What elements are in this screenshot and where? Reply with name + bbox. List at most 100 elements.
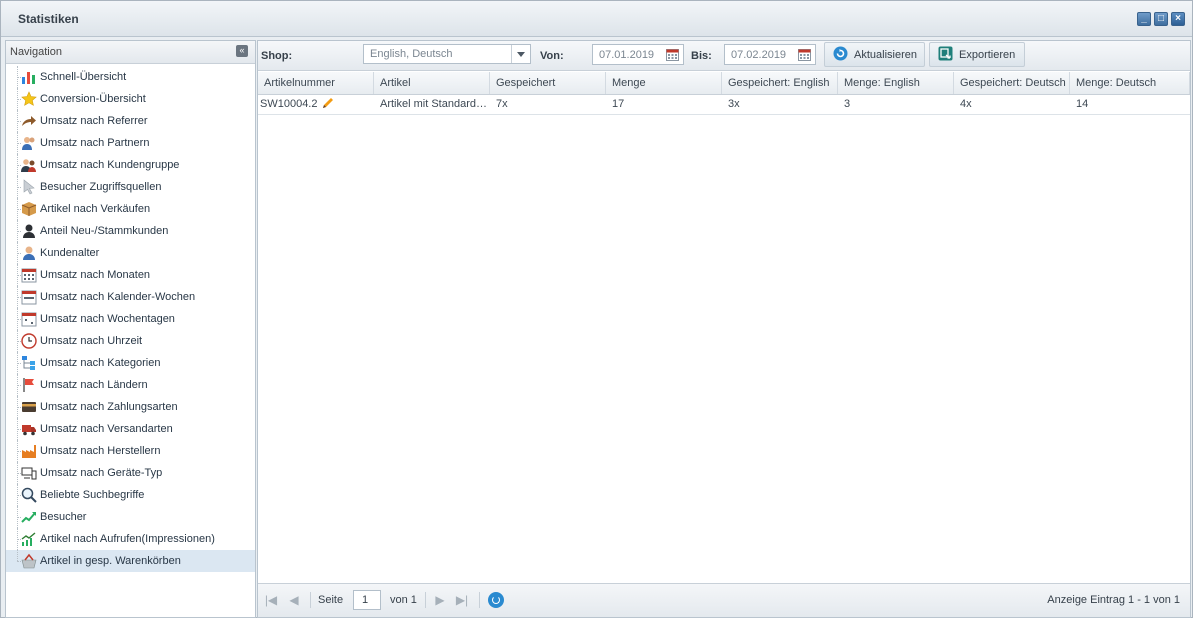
nav-item-label: Besucher bbox=[40, 511, 87, 523]
nav-item[interactable]: Beliebte Suchbegriffe bbox=[6, 484, 255, 506]
column-header[interactable]: Menge bbox=[606, 72, 722, 94]
cursor-icon bbox=[23, 179, 35, 195]
column-header[interactable]: Artikel bbox=[374, 72, 490, 94]
first-page-icon[interactable]: |◀ bbox=[264, 593, 278, 607]
table-cell-container: 4x bbox=[954, 95, 1070, 114]
arrow-share-icon bbox=[22, 116, 36, 126]
column-header[interactable]: Menge: English bbox=[838, 72, 954, 94]
nav-item[interactable]: Umsatz nach Partnern bbox=[6, 132, 255, 154]
nav-item[interactable]: Umsatz nach Kalender-Wochen bbox=[6, 286, 255, 308]
nav-item-label: Artikel nach Verkäufen bbox=[40, 203, 151, 215]
to-date-field[interactable]: 07.02.2019 bbox=[724, 44, 816, 65]
window-controls: _ □ × bbox=[1137, 12, 1185, 26]
factory-icon bbox=[22, 445, 36, 458]
nav-item-label: Anteil Neu-/Stammkunden bbox=[40, 225, 169, 237]
clock-icon bbox=[21, 333, 37, 349]
table-cell: 17 bbox=[612, 98, 625, 110]
nav-item-label: Umsatz nach Kundengruppe bbox=[40, 159, 180, 171]
nav-item-label: Artikel nach Aufrufen(Impressionen) bbox=[40, 533, 215, 545]
nav-item[interactable]: Artikel in gesp. Warenkörben bbox=[6, 550, 255, 572]
nav-item[interactable]: Schnell-Übersicht bbox=[6, 66, 255, 88]
nav-item[interactable]: Umsatz nach Wochentagen bbox=[6, 308, 255, 330]
page-count-label: von 1 bbox=[390, 594, 417, 606]
table-cell: SW10004.2 bbox=[260, 98, 318, 110]
nav-item[interactable]: Artikel nach Verkäufen bbox=[6, 198, 255, 220]
nav-item[interactable]: Umsatz nach Referrer bbox=[6, 110, 255, 132]
column-header[interactable]: Gespeichert bbox=[490, 72, 606, 94]
calendar-icon[interactable] bbox=[666, 48, 679, 61]
window-title: Statistiken bbox=[18, 12, 79, 26]
nav-item[interactable]: Kundenalter bbox=[6, 242, 255, 264]
export-button-label: Exportieren bbox=[959, 49, 1016, 61]
next-page-icon[interactable]: ▶ bbox=[433, 593, 447, 607]
collapse-panel-icon[interactable]: « bbox=[236, 45, 248, 57]
nav-item-label: Umsatz nach Herstellern bbox=[40, 445, 161, 457]
calendar-icon[interactable] bbox=[798, 48, 811, 61]
nav-item[interactable]: Umsatz nach Versandarten bbox=[6, 418, 255, 440]
table-row[interactable]: SW10004.2 Artikel mit Standardkonfigurato… bbox=[258, 95, 1190, 115]
nav-item[interactable]: Artikel nach Aufrufen(Impressionen) bbox=[6, 528, 255, 550]
nav-item[interactable]: Umsatz nach Herstellern bbox=[6, 440, 255, 462]
window-titlebar[interactable]: Statistiken _ □ × bbox=[1, 1, 1192, 37]
users-group-icon bbox=[21, 159, 36, 172]
table-cell-container: SW10004.2 bbox=[258, 95, 374, 114]
nav-item-label: Conversion-Übersicht bbox=[40, 93, 146, 105]
column-header[interactable]: Artikelnummer bbox=[258, 72, 374, 94]
nav-item[interactable]: Conversion-Übersicht bbox=[6, 88, 255, 110]
reload-icon[interactable] bbox=[488, 592, 504, 608]
statistics-main-panel: Shop: English, Deutsch Von: 07.01.2019 B… bbox=[257, 40, 1191, 618]
category-tree-icon bbox=[22, 356, 35, 370]
nav-item-label: Umsatz nach Wochentagen bbox=[40, 313, 175, 325]
user-icon bbox=[23, 246, 35, 260]
nav-item-label: Umsatz nach Kategorien bbox=[40, 357, 161, 369]
basket-icon bbox=[21, 553, 37, 569]
flag-icon bbox=[23, 378, 34, 392]
from-date-field[interactable]: 07.01.2019 bbox=[592, 44, 684, 65]
shop-select[interactable]: English, Deutsch bbox=[363, 44, 531, 64]
nav-item[interactable]: Umsatz nach Geräte-Typ bbox=[6, 462, 255, 484]
table-cell: 14 bbox=[1076, 98, 1089, 110]
devices-icon bbox=[21, 467, 37, 480]
table-cell-container: 17 bbox=[606, 95, 722, 114]
shop-select-value: English, Deutsch bbox=[370, 48, 453, 60]
column-header[interactable]: Gespeichert: Deutsch bbox=[954, 72, 1070, 94]
nav-item[interactable]: Umsatz nach Ländern bbox=[6, 374, 255, 396]
page-input[interactable]: 1 bbox=[353, 590, 381, 610]
nav-item[interactable]: Umsatz nach Zahlungsarten bbox=[6, 396, 255, 418]
export-button[interactable]: Exportieren bbox=[929, 42, 1025, 67]
nav-item-label: Schnell-Übersicht bbox=[40, 71, 127, 83]
nav-item[interactable]: Besucher bbox=[6, 506, 255, 528]
previous-page-icon[interactable]: ◀ bbox=[287, 593, 301, 607]
magnifier-icon bbox=[21, 487, 37, 503]
nav-item[interactable]: Anteil Neu-/Stammkunden bbox=[6, 220, 255, 242]
close-icon[interactable]: × bbox=[1171, 12, 1185, 26]
edit-pencil-icon[interactable] bbox=[321, 96, 335, 110]
last-page-icon[interactable]: ▶| bbox=[455, 593, 469, 607]
paging-toolbar: |◀ ◀ Seite 1 von 1 ▶ ▶| Anzeige Eintrag … bbox=[258, 583, 1190, 617]
navigation-header: Navigation « bbox=[6, 41, 255, 64]
nav-item-label: Umsatz nach Geräte-Typ bbox=[40, 467, 163, 479]
maximize-icon[interactable]: □ bbox=[1154, 12, 1168, 26]
nav-item[interactable]: Umsatz nach Uhrzeit bbox=[6, 330, 255, 352]
refresh-button[interactable]: Aktualisieren bbox=[824, 42, 925, 67]
refresh-icon bbox=[833, 46, 848, 61]
nav-item[interactable]: Besucher Zugriffsquellen bbox=[6, 176, 255, 198]
to-date-value: 07.02.2019 bbox=[731, 49, 787, 61]
table-cell-container: 7x bbox=[490, 95, 606, 114]
pager-separator bbox=[479, 592, 480, 608]
column-header[interactable]: Gespeichert: English bbox=[722, 72, 838, 94]
chevron-down-icon[interactable] bbox=[511, 45, 530, 63]
table-cell-container: 3x bbox=[722, 95, 838, 114]
nav-item[interactable]: Umsatz nach Kategorien bbox=[6, 352, 255, 374]
nav-item[interactable]: Umsatz nach Monaten bbox=[6, 264, 255, 286]
export-icon bbox=[938, 46, 953, 61]
column-header[interactable]: Menge: Deutsch bbox=[1070, 72, 1190, 94]
table-cell: 4x bbox=[960, 98, 972, 110]
chart-trend-icon bbox=[21, 532, 36, 546]
minimize-icon[interactable]: _ bbox=[1137, 12, 1151, 26]
to-label: Bis: bbox=[691, 50, 712, 62]
box-icon bbox=[21, 202, 37, 216]
table-cell-container: 3 bbox=[838, 95, 954, 114]
nav-item[interactable]: Umsatz nach Kundengruppe bbox=[6, 154, 255, 176]
refresh-button-label: Aktualisieren bbox=[854, 49, 917, 61]
